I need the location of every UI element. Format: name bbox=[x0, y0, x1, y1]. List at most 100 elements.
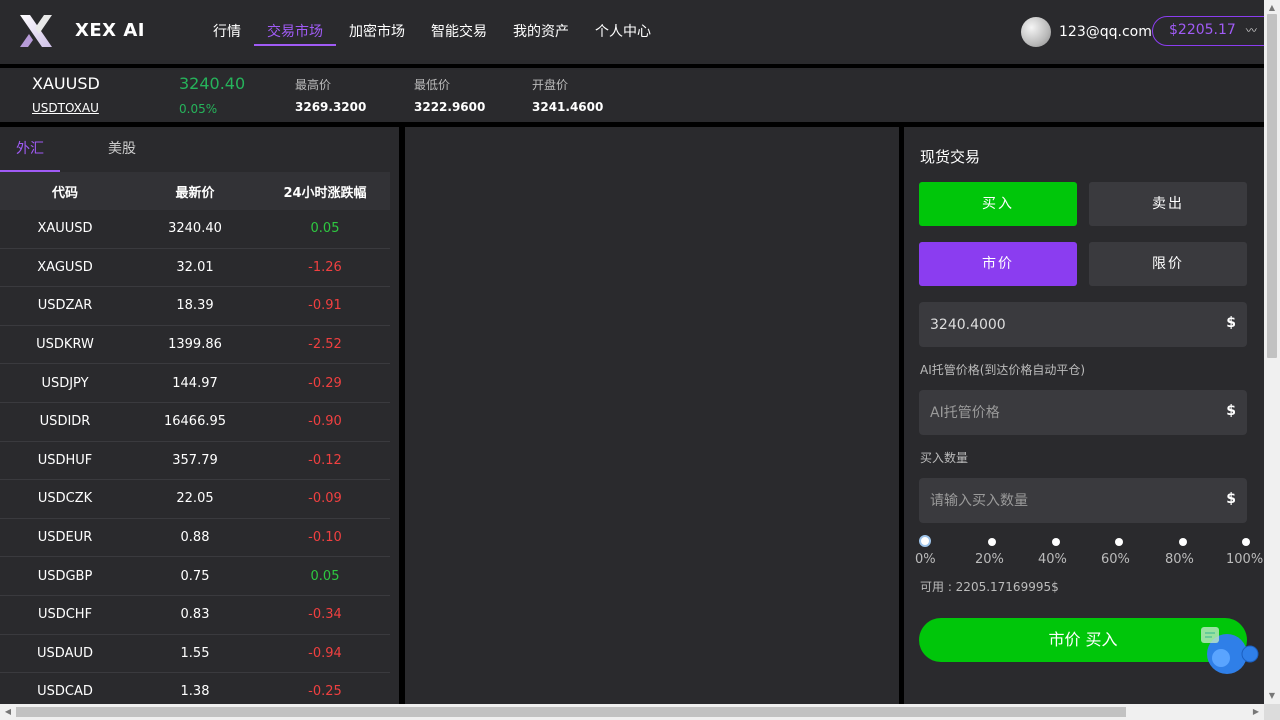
row-price: 0.88 bbox=[180, 530, 210, 546]
trade-title: 现货交易 bbox=[920, 148, 981, 166]
row-change: -2.52 bbox=[308, 337, 342, 353]
buy-tab-button[interactable]: 买入 bbox=[919, 182, 1077, 226]
horizontal-scroll-thumb[interactable] bbox=[16, 707, 1126, 717]
table-row[interactable]: USDKRW 1399.86 -2.52 bbox=[0, 326, 390, 365]
ticker-sub-link[interactable]: USDTOXAU bbox=[32, 101, 99, 115]
row-code: USDCZK bbox=[37, 491, 93, 507]
scroll-right-arrow-icon[interactable]: ▶ bbox=[1248, 704, 1264, 720]
row-price: 1.55 bbox=[180, 645, 210, 661]
row-code: USDJPY bbox=[41, 375, 89, 391]
nav-item-smart-trading[interactable]: 智能交易 bbox=[418, 0, 500, 64]
balance-button[interactable]: $2205.17 〰 bbox=[1152, 16, 1280, 46]
tab-forex[interactable]: 外汇 bbox=[0, 127, 60, 172]
scroll-left-arrow-icon[interactable]: ◀ bbox=[0, 704, 16, 720]
slider-label-100: 100% bbox=[1226, 552, 1264, 567]
xex-logo-icon[interactable] bbox=[18, 13, 54, 49]
table-row[interactable]: USDGBP 0.75 0.05 bbox=[0, 557, 390, 596]
ai-price-label: AI托管价格(到达价格自动平仓) bbox=[920, 363, 1086, 377]
nav-item-quotes[interactable]: 行情 bbox=[200, 0, 254, 64]
ticker-bar: XAUUSD USDTOXAU 3240.40 0.05% 最高价 3269.3… bbox=[0, 68, 1264, 122]
high-value: 3269.3200 bbox=[295, 100, 367, 114]
slider-label-20: 20% bbox=[975, 552, 1004, 567]
slider-step-40[interactable] bbox=[1052, 538, 1060, 546]
table-row[interactable]: USDCHF 0.83 -0.34 bbox=[0, 596, 390, 635]
row-price: 3240.40 bbox=[168, 221, 222, 237]
ai-price-input[interactable] bbox=[919, 390, 1220, 435]
row-price: 16466.95 bbox=[163, 414, 227, 430]
hide-balance-icon[interactable]: 〰 bbox=[1246, 24, 1257, 37]
row-code: USDGBP bbox=[37, 568, 93, 584]
row-code: USDKRW bbox=[36, 337, 94, 353]
slider-step-60[interactable] bbox=[1115, 538, 1123, 546]
customer-service-icon[interactable] bbox=[1199, 624, 1261, 676]
row-code: XAGUSD bbox=[37, 259, 93, 275]
row-change: -0.34 bbox=[308, 607, 342, 623]
row-change: -1.26 bbox=[308, 259, 342, 275]
price-field: $ bbox=[919, 302, 1247, 347]
col-last-price: 最新价 bbox=[175, 185, 215, 201]
row-price: 22.05 bbox=[176, 491, 214, 507]
market-tabs: 外汇 美股 bbox=[0, 127, 399, 172]
trade-panel: 现货交易 买入 卖出 市价 限价 $ AI托管价格(到达价格自动平仓) $ 买入… bbox=[904, 127, 1264, 704]
table-row[interactable]: USDCZK 22.05 -0.09 bbox=[0, 480, 390, 519]
nav-item-crypto-market[interactable]: 加密市场 bbox=[336, 0, 418, 64]
market-table-header: 代码 最新价 24小时涨跌幅 bbox=[0, 172, 390, 210]
quantity-input[interactable] bbox=[919, 478, 1220, 523]
table-row[interactable]: USDZAR 18.39 -0.91 bbox=[0, 287, 390, 326]
ai-price-unit: $ bbox=[1226, 403, 1236, 419]
row-price: 144.97 bbox=[172, 375, 218, 391]
nav-item-trading-market[interactable]: 交易市场 bbox=[254, 0, 336, 64]
vertical-scroll-thumb[interactable] bbox=[1267, 14, 1277, 358]
row-price: 18.39 bbox=[176, 298, 214, 314]
slider-step-100[interactable] bbox=[1242, 538, 1250, 546]
submit-buy-button[interactable]: 市价 买入 bbox=[919, 618, 1247, 662]
nav-item-profile[interactable]: 个人中心 bbox=[582, 0, 664, 64]
chart-area[interactable] bbox=[405, 127, 899, 704]
row-change: -0.90 bbox=[308, 414, 342, 430]
table-row[interactable]: XAGUSD 32.01 -1.26 bbox=[0, 249, 390, 288]
table-row[interactable]: USDCAD 1.38 -0.25 bbox=[0, 673, 390, 704]
avatar[interactable] bbox=[1021, 17, 1051, 47]
balance-value: $2205.17 bbox=[1169, 22, 1236, 38]
price-input[interactable] bbox=[919, 302, 1220, 347]
user-email: 123@qq.com bbox=[1059, 24, 1152, 40]
open-label: 开盘价 bbox=[532, 78, 569, 92]
row-code: USDAUD bbox=[37, 645, 93, 661]
vertical-scrollbar[interactable]: ▲ ▼ bbox=[1264, 0, 1280, 704]
scroll-down-arrow-icon[interactable]: ▼ bbox=[1264, 688, 1280, 704]
row-change: -0.29 bbox=[308, 375, 342, 391]
ticker-change: 0.05% bbox=[179, 102, 218, 116]
tab-us-stocks[interactable]: 美股 bbox=[92, 127, 152, 172]
quantity-percent-slider[interactable]: 0% 20% 40% 60% 80% 100% bbox=[915, 532, 1263, 572]
table-row[interactable]: USDHUF 357.79 -0.12 bbox=[0, 442, 390, 481]
row-code: USDCAD bbox=[37, 684, 93, 700]
col-24h-change: 24小时涨跌幅 bbox=[283, 185, 367, 201]
slider-step-20[interactable] bbox=[988, 538, 996, 546]
ticker-symbol: XAUUSD bbox=[32, 74, 100, 93]
table-row[interactable]: USDEUR 0.88 -0.10 bbox=[0, 519, 390, 558]
table-row[interactable]: USDJPY 144.97 -0.29 bbox=[0, 364, 390, 403]
nav-item-my-assets[interactable]: 我的资产 bbox=[500, 0, 582, 64]
row-price: 357.79 bbox=[172, 452, 218, 468]
row-price: 0.75 bbox=[180, 568, 210, 584]
row-price: 1.38 bbox=[180, 684, 210, 700]
horizontal-scrollbar[interactable]: ◀ ▶ bbox=[0, 704, 1264, 720]
row-price: 1399.86 bbox=[168, 337, 222, 353]
table-row[interactable]: XAUUSD 3240.40 0.05 bbox=[0, 210, 390, 249]
user-menu[interactable]: 123@qq.com bbox=[1021, 17, 1152, 47]
slider-label-80: 80% bbox=[1165, 552, 1194, 567]
sell-tab-button[interactable]: 卖出 bbox=[1089, 182, 1247, 226]
high-label: 最高价 bbox=[295, 78, 332, 92]
slider-handle[interactable] bbox=[919, 535, 931, 547]
top-header: XEX AI 行情 交易市场 加密市场 智能交易 我的资产 个人中心 123@q… bbox=[0, 0, 1280, 64]
limit-order-button[interactable]: 限价 bbox=[1089, 242, 1247, 286]
col-code: 代码 bbox=[51, 185, 78, 201]
row-change: -0.10 bbox=[308, 530, 342, 546]
slider-label-40: 40% bbox=[1038, 552, 1067, 567]
slider-step-80[interactable] bbox=[1179, 538, 1187, 546]
table-row[interactable]: USDAUD 1.55 -0.94 bbox=[0, 635, 390, 674]
table-row[interactable]: USDIDR 16466.95 -0.90 bbox=[0, 403, 390, 442]
quantity-field: $ bbox=[919, 478, 1247, 523]
open-value: 3241.4600 bbox=[532, 100, 604, 114]
market-order-button[interactable]: 市价 bbox=[919, 242, 1077, 286]
